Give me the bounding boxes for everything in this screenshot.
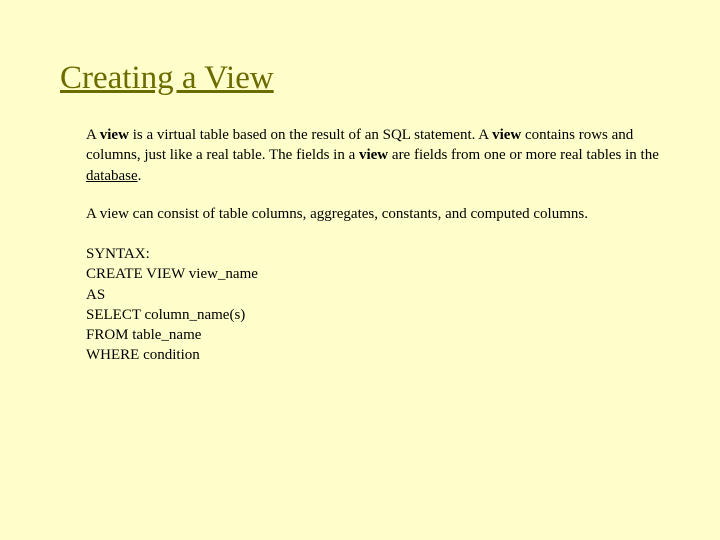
syntax-line: SYNTAX: [86,244,660,264]
keyword-database: database [86,168,138,184]
syntax-line: CREATE VIEW view_name [86,264,660,284]
slide: Creating a View A view is a virtual tabl… [0,0,720,540]
syntax-line: FROM table_name [86,325,660,345]
text-fragment: are fields from one or more real tables … [388,147,659,163]
slide-title: Creating a View [60,60,660,97]
syntax-line: AS [86,285,660,305]
syntax-block: SYNTAX: CREATE VIEW view_name AS SELECT … [86,244,660,366]
paragraph-1: A view is a virtual table based on the r… [86,125,660,186]
keyword-view: view [492,127,521,143]
slide-body: A view is a virtual table based on the r… [60,125,660,366]
keyword-view: view [359,147,388,163]
keyword-view: view [100,127,129,143]
text-fragment: is a virtual table based on the result o… [129,127,492,143]
text-fragment: . [138,168,142,184]
text-fragment: A [86,127,100,143]
syntax-line: WHERE condition [86,345,660,365]
syntax-line: SELECT column_name(s) [86,305,660,325]
paragraph-2: A view can consist of table columns, agg… [86,204,660,224]
